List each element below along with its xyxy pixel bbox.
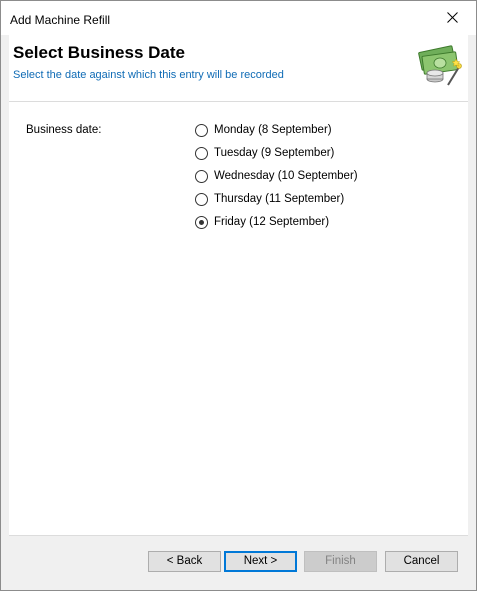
page-title: Select Business Date bbox=[13, 43, 185, 62]
radio-label: Monday (8 September) bbox=[214, 124, 332, 136]
radio-label: Thursday (11 September) bbox=[214, 193, 345, 205]
cancel-button[interactable]: Cancel bbox=[385, 551, 458, 572]
radio-option-tuesday[interactable]: Tuesday (9 September) bbox=[195, 147, 358, 170]
money-wizard-icon bbox=[418, 41, 464, 91]
radio-button[interactable] bbox=[195, 124, 208, 137]
close-icon bbox=[447, 12, 458, 23]
wizard-footer: < Back Next > Finish Cancel bbox=[9, 535, 468, 584]
title-bar: Add Machine Refill bbox=[1, 1, 476, 35]
close-button[interactable] bbox=[430, 1, 476, 35]
radio-option-monday[interactable]: Monday (8 September) bbox=[195, 124, 358, 147]
business-date-radio-group: Monday (8 September) Tuesday (9 Septembe… bbox=[195, 124, 358, 239]
wizard-header: Select Business Date Select the date aga… bbox=[9, 35, 468, 102]
radio-button[interactable] bbox=[195, 193, 208, 206]
window-title: Add Machine Refill bbox=[10, 13, 111, 27]
radio-option-thursday[interactable]: Thursday (11 September) bbox=[195, 193, 358, 216]
next-button[interactable]: Next > bbox=[224, 551, 297, 572]
business-date-label: Business date: bbox=[26, 124, 102, 136]
radio-option-wednesday[interactable]: Wednesday (10 September) bbox=[195, 170, 358, 193]
radio-button[interactable] bbox=[195, 170, 208, 183]
add-machine-refill-dialog: Add Machine Refill Select Business Date … bbox=[0, 0, 477, 591]
finish-button[interactable]: Finish bbox=[304, 551, 377, 572]
radio-option-friday[interactable]: Friday (12 September) bbox=[195, 216, 358, 239]
back-button[interactable]: < Back bbox=[148, 551, 221, 572]
radio-label: Tuesday (9 September) bbox=[214, 147, 335, 159]
radio-label: Wednesday (10 September) bbox=[214, 170, 358, 182]
radio-label: Friday (12 September) bbox=[214, 216, 330, 228]
radio-button-selected[interactable] bbox=[195, 216, 208, 229]
wizard-content: Business date: Monday (8 September) Tues… bbox=[9, 102, 468, 535]
radio-button[interactable] bbox=[195, 147, 208, 160]
page-subtitle: Select the date against which this entry… bbox=[13, 69, 284, 81]
